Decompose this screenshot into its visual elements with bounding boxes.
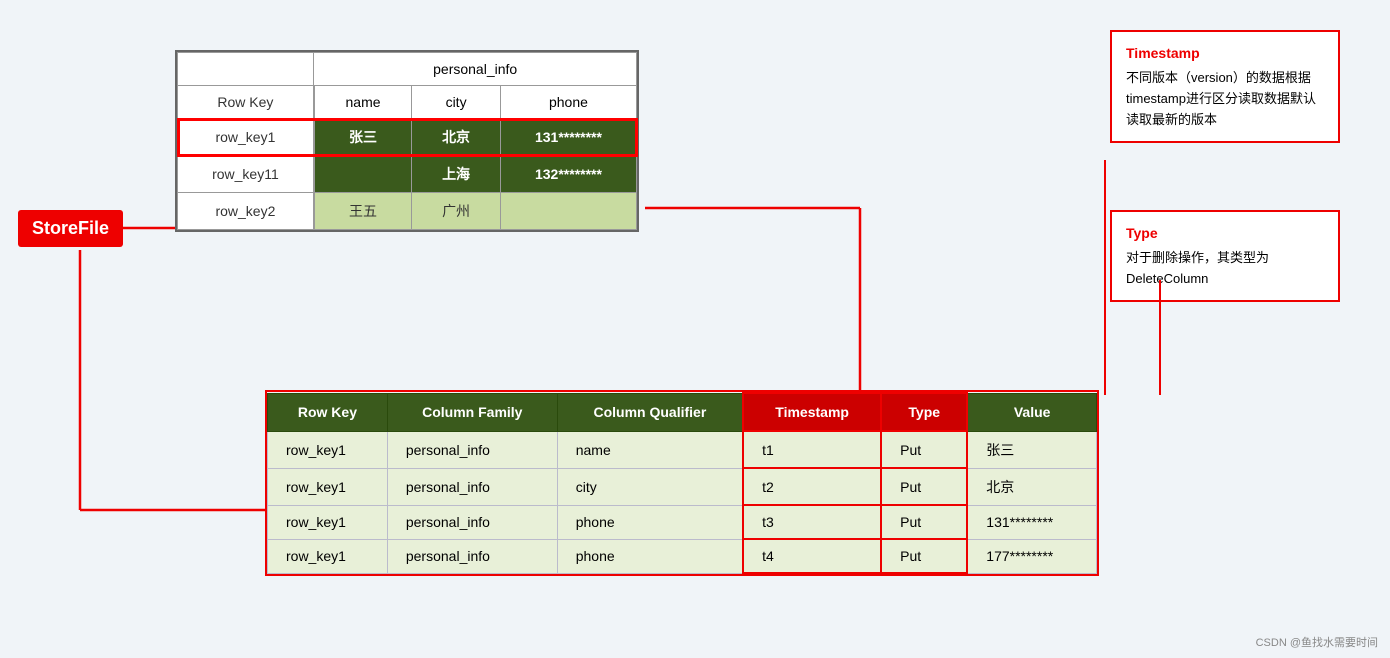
bottom-col-value: Value (967, 393, 1096, 431)
bottom-type-2: Put (881, 468, 967, 505)
bottom-value-2: 北京 (967, 468, 1096, 505)
bottom-type-1: Put (881, 431, 967, 468)
top-table-name-1: 张三 (314, 119, 412, 156)
bottom-value-4: 177******** (967, 539, 1096, 573)
top-table-name-3: 王五 (314, 193, 412, 230)
top-table-city-2: 上海 (412, 156, 501, 193)
bottom-cf-3: personal_info (387, 505, 557, 539)
bottom-ts-1: t1 (743, 431, 881, 468)
bottom-ts-4: t4 (743, 539, 881, 573)
top-table-cf-header: personal_info (314, 53, 637, 86)
bottom-cq-2: city (557, 468, 743, 505)
bottom-ts-3: t3 (743, 505, 881, 539)
watermark: CSDN @鱼找水需要时间 (1256, 634, 1378, 650)
top-table-rowkey-2: row_key11 (178, 156, 314, 193)
bottom-storefile-table: Row Key Column Family Column Qualifier T… (267, 392, 1097, 574)
top-table-city-1: 北京 (412, 119, 501, 156)
bottom-type-4: Put (881, 539, 967, 573)
bottom-rowkey-4: row_key1 (268, 539, 388, 573)
top-table-col-phone: phone (500, 86, 636, 119)
bottom-cf-2: personal_info (387, 468, 557, 505)
annotation-timestamp-body: 不同版本（version）的数据根据timestamp进行区分读取数据默认读取最… (1126, 68, 1324, 130)
top-table-name-2 (314, 156, 412, 193)
top-table-phone-1: 131******** (500, 119, 636, 156)
bottom-col-cf: Column Family (387, 393, 557, 431)
storefile-label: StoreFile (18, 210, 123, 247)
top-table-row-3: row_key2 王五 广州 (178, 193, 637, 230)
bottom-cf-4: personal_info (387, 539, 557, 573)
top-table-rowkey-3: row_key2 (178, 193, 314, 230)
bottom-value-3: 131******** (967, 505, 1096, 539)
top-table-city-3: 广州 (412, 193, 501, 230)
top-table-row-1: row_key1 张三 北京 131******** (178, 119, 637, 156)
bottom-table-row-2: row_key1 personal_info city t2 Put 北京 (268, 468, 1097, 505)
bottom-cf-1: personal_info (387, 431, 557, 468)
annotation-type-title: Type (1126, 222, 1324, 244)
top-table-row-2: row_key11 上海 132******** (178, 156, 637, 193)
top-table-col-name: name (314, 86, 412, 119)
bottom-table-row-3: row_key1 personal_info phone t3 Put 131*… (268, 505, 1097, 539)
top-logical-table: personal_info Row Key name city phone ro… (177, 52, 637, 230)
top-table-rowkey-spacer (178, 53, 314, 86)
bottom-table-wrapper: Row Key Column Family Column Qualifier T… (265, 390, 1099, 576)
bottom-value-1: 张三 (967, 431, 1096, 468)
top-table-rowkey-header: Row Key (178, 86, 314, 119)
annotation-timestamp-box: Timestamp 不同版本（version）的数据根据timestamp进行区… (1110, 30, 1340, 143)
top-table-phone-3 (500, 193, 636, 230)
top-table-col-city: city (412, 86, 501, 119)
annotation-type-box: Type 对于删除操作，其类型为DeleteColumn (1110, 210, 1340, 302)
bottom-cq-3: phone (557, 505, 743, 539)
top-table-wrapper: personal_info Row Key name city phone ro… (175, 50, 639, 232)
main-container: StoreFile personal_info Row Key name cit… (0, 0, 1390, 658)
bottom-table-row-4: row_key1 personal_info phone t4 Put 177*… (268, 539, 1097, 573)
bottom-rowkey-1: row_key1 (268, 431, 388, 468)
bottom-cq-4: phone (557, 539, 743, 573)
bottom-col-type: Type (881, 393, 967, 431)
annotation-timestamp-title: Timestamp (1126, 42, 1324, 64)
bottom-type-3: Put (881, 505, 967, 539)
top-table-rowkey-1: row_key1 (178, 119, 314, 156)
bottom-rowkey-3: row_key1 (268, 505, 388, 539)
bottom-cq-1: name (557, 431, 743, 468)
bottom-col-ts: Timestamp (743, 393, 881, 431)
bottom-table-row-1: row_key1 personal_info name t1 Put 张三 (268, 431, 1097, 468)
bottom-col-cq: Column Qualifier (557, 393, 743, 431)
bottom-ts-2: t2 (743, 468, 881, 505)
bottom-rowkey-2: row_key1 (268, 468, 388, 505)
top-table-phone-2: 132******** (500, 156, 636, 193)
annotation-type-body: 对于删除操作，其类型为DeleteColumn (1126, 248, 1324, 290)
bottom-col-rowkey: Row Key (268, 393, 388, 431)
